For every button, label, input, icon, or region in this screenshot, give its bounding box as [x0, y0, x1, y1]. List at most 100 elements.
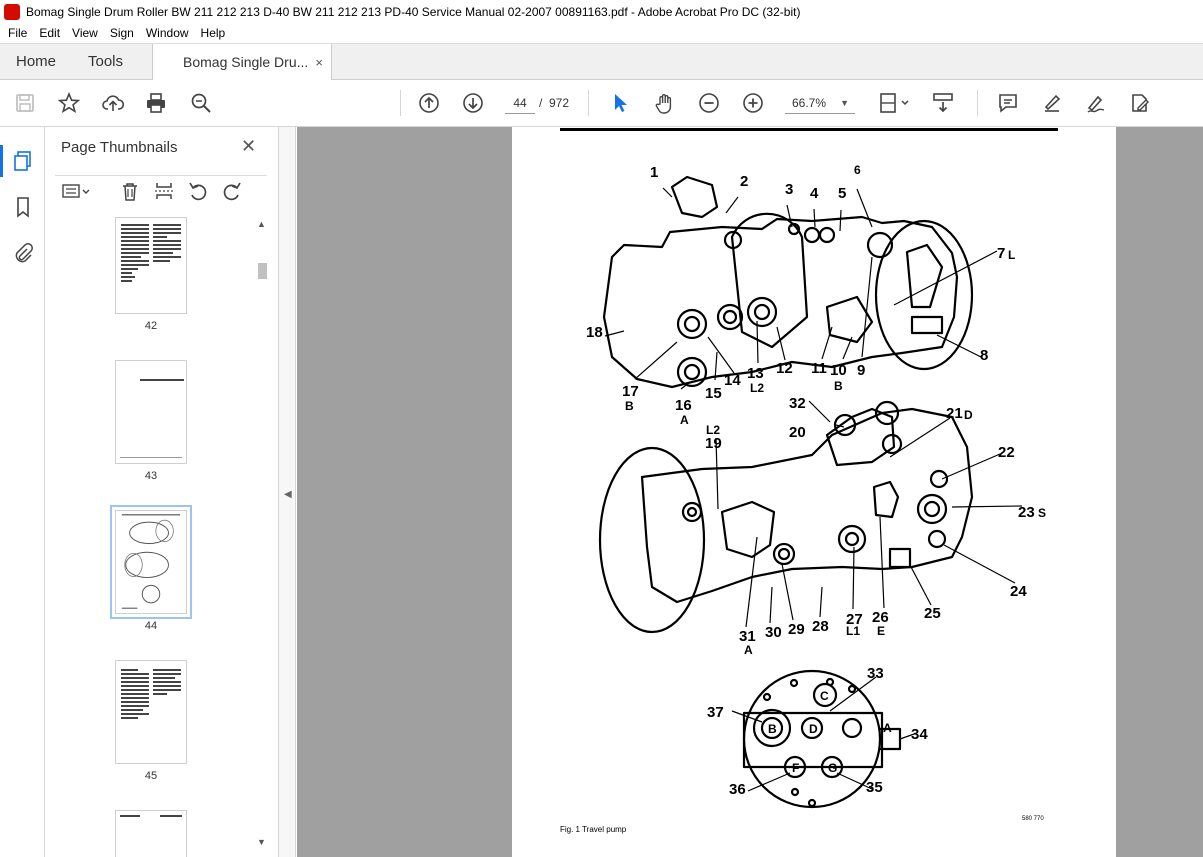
menu-file[interactable]: File: [2, 26, 33, 40]
rotate-left-icon[interactable]: [187, 180, 209, 202]
panel-title: Page Thumbnails: [61, 139, 178, 156]
rotate-right-icon[interactable]: [221, 180, 243, 202]
thumbnail-page-43[interactable]: [115, 360, 187, 464]
callout-label: 29: [788, 621, 805, 638]
callout-label: 16: [675, 397, 692, 414]
highlight-icon[interactable]: [1040, 91, 1064, 115]
menu-edit[interactable]: Edit: [33, 26, 66, 40]
callout-label: 22: [998, 444, 1015, 461]
menu-help[interactable]: Help: [195, 26, 232, 40]
callout-label: 8: [980, 347, 989, 364]
prev-page-icon[interactable]: [417, 91, 441, 115]
hand-icon[interactable]: [653, 91, 677, 115]
callout-label: 6: [854, 163, 861, 177]
upload-icon[interactable]: [101, 91, 125, 115]
page-separator: /: [539, 96, 543, 110]
callout-label: 23: [1018, 504, 1035, 521]
callout-label: 10: [830, 362, 847, 379]
bookmark-icon[interactable]: [11, 195, 35, 219]
tab-home[interactable]: Home: [0, 44, 72, 79]
thumbnail-content: [121, 222, 181, 284]
callout-label: 32: [789, 395, 806, 412]
callout-label: 18: [586, 324, 603, 341]
callout-label: 1: [650, 164, 659, 181]
thumbnail-page-46[interactable]: [115, 810, 187, 857]
callout-label: 7: [997, 245, 1006, 262]
callout-label: 33: [867, 665, 884, 682]
tab-close-icon[interactable]: ×: [315, 55, 323, 70]
callout-label: 37: [707, 704, 724, 721]
chevron-down-icon: ▼: [840, 98, 849, 108]
menu-view[interactable]: View: [66, 26, 104, 40]
left-rail: [0, 127, 45, 857]
callout-label: 9: [857, 362, 866, 379]
document-view[interactable]: 1 2 3 4 5 6 7 L 8 9 10 B 11 12 13 L2 14 …: [297, 127, 1203, 857]
tab-bar: Home Tools Bomag Single Dru... ×: [0, 43, 1203, 80]
scroll-up-icon[interactable]: ▲: [257, 219, 266, 229]
sign-icon[interactable]: [1084, 91, 1108, 115]
zoom-dropdown[interactable]: 66.7% ▼: [785, 92, 855, 114]
thumbnail-page-44[interactable]: [110, 505, 192, 619]
callout-label: 5: [838, 185, 847, 202]
scroll-thumb[interactable]: [258, 263, 267, 279]
edit-pdf-icon[interactable]: [1128, 91, 1152, 115]
fit-page-icon[interactable]: [877, 91, 913, 115]
comment-icon[interactable]: [996, 91, 1020, 115]
thumbnail-label: 44: [144, 620, 158, 632]
scroll-down-icon[interactable]: ▼: [257, 837, 266, 847]
page-number-input[interactable]: 44: [505, 92, 535, 114]
callout-label: S: [1038, 506, 1047, 520]
callout-label: A: [680, 413, 689, 427]
callout-label: 4: [810, 185, 819, 202]
delete-icon[interactable]: [119, 180, 141, 202]
thumbnail-label: 42: [144, 320, 158, 332]
thumbnail-scrollbar[interactable]: ▲ ▼: [255, 217, 270, 857]
title-bar: Bomag Single Drum Roller BW 211 212 213 …: [0, 0, 1203, 23]
thumbnail-page-42[interactable]: [115, 217, 187, 314]
callout-label: L1: [846, 624, 861, 638]
menu-sign[interactable]: Sign: [104, 26, 140, 40]
callout-label: 19: [705, 435, 722, 452]
window-title: Bomag Single Drum Roller BW 211 212 213 …: [26, 4, 801, 19]
callout-label: 28: [812, 618, 829, 635]
zoom-out-icon[interactable]: [697, 91, 721, 115]
tab-tools[interactable]: Tools: [72, 44, 152, 79]
print-icon[interactable]: [144, 91, 168, 115]
next-page-icon[interactable]: [461, 91, 485, 115]
callout-label: 14: [724, 372, 741, 389]
callout-label: 34: [911, 726, 928, 743]
scroll-mode-icon[interactable]: [931, 91, 955, 115]
star-icon[interactable]: [57, 91, 81, 115]
collapse-arrow-icon[interactable]: ◀: [284, 489, 292, 500]
select-cursor-icon[interactable]: [608, 91, 632, 115]
figure-caption: Fig. 1 Travel pump: [560, 825, 627, 834]
callout-label: 17: [622, 383, 639, 400]
toolbar-divider-3: [977, 90, 978, 116]
panel-splitter[interactable]: ◀: [278, 127, 296, 857]
close-icon[interactable]: ✕: [241, 136, 256, 157]
page-total: 972: [549, 96, 570, 110]
attachment-icon[interactable]: [11, 241, 35, 265]
options-menu-icon[interactable]: [61, 180, 93, 202]
extract-pages-icon[interactable]: [153, 180, 175, 202]
pdf-page: 1 2 3 4 5 6 7 L 8 9 10 B 11 12 13 L2 14 …: [512, 127, 1116, 857]
thumbnail-page-45[interactable]: [115, 660, 187, 764]
save-icon[interactable]: [13, 91, 37, 115]
thumbnail-label: 43: [144, 470, 158, 482]
thumbnail-footer: [120, 457, 182, 458]
callout-label: 11: [811, 360, 827, 377]
travel-pump-drawing: [598, 175, 1023, 809]
zoom-search-icon[interactable]: [189, 91, 213, 115]
toolbar-divider-1: [400, 90, 401, 116]
callout-label: B: [625, 399, 634, 413]
menu-window[interactable]: Window: [140, 26, 195, 40]
zoom-in-icon[interactable]: [741, 91, 765, 115]
callout-label: 36: [729, 781, 746, 798]
thumbnail-drawing: [121, 514, 181, 609]
page-thumbnails-icon[interactable]: [0, 145, 35, 177]
callout-label: A: [744, 643, 753, 657]
tab-document[interactable]: Bomag Single Dru... ×: [152, 44, 332, 80]
callout-label: 30: [765, 624, 782, 641]
callout-label: 2: [740, 173, 749, 190]
callout-label: L: [1008, 248, 1016, 262]
